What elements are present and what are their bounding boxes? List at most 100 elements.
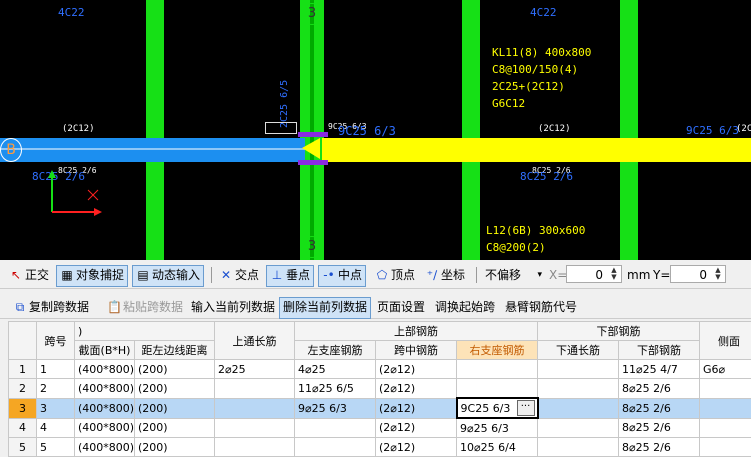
column-1[interactable] [146,0,164,260]
header-top-through[interactable]: 上通长筋 [215,322,295,360]
cell-distance[interactable]: (200) [135,418,215,438]
cell-mid-span[interactable]: (2⌀12) [376,379,457,399]
cell-span[interactable]: 4 [37,418,75,438]
cell-side[interactable]: G6⌀ [700,360,751,379]
cell-section[interactable]: (400*800) [75,360,135,379]
dynamic-input-button[interactable]: ▤动态输入 [132,265,204,287]
column-3[interactable] [462,0,480,260]
cell-distance[interactable]: (200) [135,379,215,399]
cell-span[interactable]: 1 [37,360,75,379]
cell-left-support[interactable]: 11⌀25 6/5 [295,379,376,399]
cell-editor-value[interactable]: 9C25 6/3 [461,402,511,415]
cell-bottom-through[interactable] [538,438,619,457]
intersection-snap-button[interactable]: ✕交点 [216,265,262,285]
cell-mid-span[interactable]: (2⌀12) [376,398,457,418]
page-setup-button[interactable]: 页面设置 [374,297,428,317]
cell-left-support[interactable]: 4⌀25 [295,360,376,379]
column-4[interactable] [620,0,638,260]
x-coordinate-input[interactable]: 0▲▼ [566,265,622,283]
row-number[interactable]: 3 [9,398,37,418]
cell-top-through[interactable] [215,418,295,438]
cell-left-support[interactable]: 9⌀25 6/3 [295,398,376,418]
cell-bottom-through[interactable] [538,398,619,418]
row-number[interactable]: 1 [9,360,37,379]
orthogonal-button[interactable]: ↖正交 [6,265,52,285]
cell-right-support[interactable]: 9⌀25 6/3 [457,418,538,438]
cell-bottom-through[interactable] [538,379,619,399]
cell-bottom-rebar[interactable]: 8⌀25 2/6 [619,438,700,457]
cell-bottom-rebar[interactable]: 11⌀25 4/7 [619,360,700,379]
header-section[interactable]: 截面(B*H) [75,341,135,360]
header-span-no[interactable]: 跨号 [37,322,75,360]
paste-span-button[interactable]: 📋粘贴跨数据 [104,297,186,317]
delete-column-button[interactable]: 删除当前列数据 [279,297,371,319]
cad-drawing-canvas[interactable]: 3 3 B 4C22 4C22 2C25 6/5 (2C12) (2C12) (… [0,0,751,260]
cell-left-support[interactable] [295,438,376,457]
table-row[interactable]: 5 5 (400*800) (200) (2⌀12) 10⌀25 6/4 8⌀2… [9,438,751,457]
cell-span[interactable]: 2 [37,379,75,399]
cell-right-support-editor[interactable]: 9C25 6/3 ··· [457,398,538,418]
cell-bottom-rebar[interactable]: 8⌀25 2/6 [619,418,700,438]
beam-left-blue[interactable] [0,138,305,162]
cell-top-through[interactable]: 2⌀25 [215,360,295,379]
offset-dropdown[interactable]: 不偏移▾ [482,265,544,285]
cell-distance[interactable]: (200) [135,438,215,457]
y-spinner-icon[interactable]: ▲▼ [712,267,724,281]
vertex-snap-button[interactable]: ⬠顶点 [372,265,418,285]
input-column-button[interactable]: 输入当前列数据 [188,297,278,317]
cantilever-code-button[interactable]: 悬臂钢筋代号 [502,297,580,317]
y-coordinate-input[interactable]: 0▲▼ [670,265,726,283]
cell-bottom-rebar[interactable]: 8⌀25 2/6 [619,398,700,418]
cell-top-through[interactable] [215,379,295,399]
copy-span-button[interactable]: ⧉复制跨数据 [10,297,92,317]
cell-distance[interactable]: (200) [135,398,215,418]
cell-top-through[interactable] [215,398,295,418]
header-distance[interactable]: 距左边线距离 [135,341,215,360]
perpendicular-snap-button[interactable]: ⊥垂点 [266,265,314,287]
table-row[interactable]: 1 1 (400*800) (200) 2⌀25 4⌀25 (2⌀12) 11⌀… [9,360,751,379]
cell-right-support[interactable] [457,360,538,379]
cell-left-support[interactable] [295,418,376,438]
cell-side[interactable] [700,398,751,418]
cell-section[interactable]: (400*800) [75,379,135,399]
table-row[interactable]: 2 2 (400*800) (200) 11⌀25 6/5 (2⌀12) 8⌀2… [9,379,751,399]
midpoint-snap-button[interactable]: -•中点 [318,265,366,287]
header-mid-span[interactable]: 跨中钢筋 [376,341,457,360]
table-row[interactable]: 4 4 (400*800) (200) (2⌀12) 9⌀25 6/3 8⌀25… [9,418,751,438]
cell-bottom-through[interactable] [538,360,619,379]
beam-right-selected[interactable] [322,138,751,162]
cell-bottom-through[interactable] [538,418,619,438]
cell-top-through[interactable] [215,438,295,457]
ellipsis-icon[interactable]: ··· [517,400,535,416]
cell-section[interactable]: (400*800) [75,438,135,457]
cell-side[interactable] [700,438,751,457]
cell-bottom-rebar[interactable]: 8⌀25 2/6 [619,379,700,399]
row-number[interactable]: 5 [9,438,37,457]
cell-distance[interactable]: (200) [135,360,215,379]
header-left-support[interactable]: 左支座钢筋 [295,341,376,360]
cell-right-support[interactable] [457,379,538,399]
row-number[interactable]: 2 [9,379,37,399]
adjust-start-span-button[interactable]: 调换起始跨 [432,297,498,317]
header-bottom-through[interactable]: 下通长筋 [538,341,619,360]
coordinate-snap-button[interactable]: ⁺∕坐标 [422,265,468,285]
header-bottom-rebar[interactable]: 下部钢筋 [619,341,700,360]
cell-section[interactable]: (400*800) [75,398,135,418]
span-data-table[interactable]: 跨号 ) 上通长筋 上部钢筋 下部钢筋 侧面 截面(B*H) 距左边线距离 左支… [8,321,751,457]
x-spinner-icon[interactable]: ▲▼ [608,267,620,281]
cell-span[interactable]: 5 [37,438,75,457]
table-row-selected[interactable]: 3 3 (400*800) (200) 9⌀25 6/3 (2⌀12) 9C25… [9,398,751,418]
header-side[interactable]: 侧面 [700,322,751,360]
row-number[interactable]: 4 [9,418,37,438]
cell-right-support[interactable]: 10⌀25 6/4 [457,438,538,457]
cell-side[interactable] [700,418,751,438]
cell-mid-span[interactable]: (2⌀12) [376,438,457,457]
cell-mid-span[interactable]: (2⌀12) [376,418,457,438]
cell-mid-span[interactable]: (2⌀12) [376,360,457,379]
header-right-support[interactable]: 右支座钢筋 [457,341,538,360]
coordinate-icon: ⁺∕ [425,265,439,285]
cell-section[interactable]: (400*800) [75,418,135,438]
object-snap-button[interactable]: ▦对象捕捉 [56,265,128,287]
cell-span[interactable]: 3 [37,398,75,418]
cell-side[interactable] [700,379,751,399]
